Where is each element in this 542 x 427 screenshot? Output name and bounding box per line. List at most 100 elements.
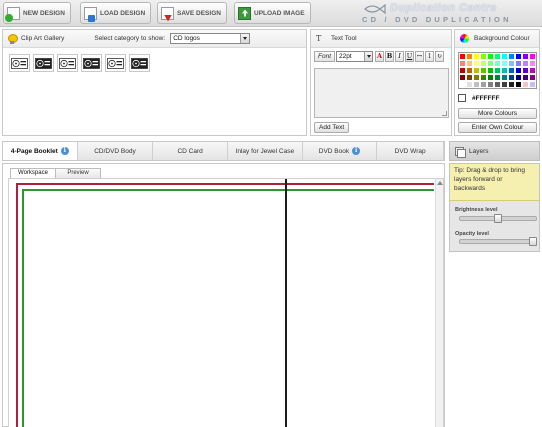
colour-swatch[interactable] [459,53,466,60]
colour-swatch[interactable] [501,81,508,88]
upload-image-button[interactable]: UPLOAD IMAGE [234,2,311,24]
colour-swatch[interactable] [515,60,522,67]
rotate-icon[interactable]: ↻ [435,51,445,62]
tab-preview[interactable]: Preview [55,168,101,178]
colour-swatch[interactable] [522,60,529,67]
colour-swatch[interactable] [522,67,529,74]
enter-own-colour-button[interactable]: Enter Own Colour [458,122,537,133]
colour-swatch[interactable] [466,81,473,88]
colour-swatch[interactable] [487,53,494,60]
colour-swatch[interactable] [487,60,494,67]
colour-swatch[interactable] [466,53,473,60]
colour-swatch[interactable] [459,60,466,67]
colour-swatch[interactable] [508,74,515,81]
colour-swatch[interactable] [515,67,522,74]
info-icon[interactable]: i [352,147,361,155]
add-text-button[interactable]: Add Text [314,122,350,133]
font-button[interactable]: Font [314,51,336,62]
colour-swatch[interactable] [529,60,536,67]
colour-swatch[interactable] [466,74,473,81]
colour-swatch[interactable] [508,60,515,67]
colour-swatch[interactable] [529,53,536,60]
new-design-button[interactable]: NEW DESIGN [3,2,71,24]
colour-swatch[interactable] [459,67,466,74]
text-color-icon[interactable]: A [375,51,385,62]
brightness-slider-thumb[interactable] [494,214,502,223]
tab-2[interactable]: CD Card [153,142,228,160]
colour-swatch[interactable] [480,60,487,67]
colour-swatch[interactable] [473,60,480,67]
opacity-slider[interactable] [459,237,537,246]
tab-1[interactable]: CD/DVD Body [78,142,154,160]
colour-swatch[interactable] [480,67,487,74]
scroll-up-icon[interactable] [437,180,443,186]
colour-swatch[interactable] [522,74,529,81]
stretch-horizontal-icon[interactable]: ↔ [415,51,425,62]
tab-3[interactable]: Inlay for Jewel Case [228,142,303,160]
design-canvas[interactable] [8,178,444,427]
colour-swatch[interactable] [480,53,487,60]
info-icon[interactable]: i [60,147,69,155]
save-design-button[interactable]: SAVE DESIGN [157,2,227,24]
colour-swatch[interactable] [487,74,494,81]
colour-swatch[interactable] [487,67,494,74]
brightness-slider[interactable] [459,214,537,223]
colour-swatch[interactable] [466,60,473,67]
clip-art-item[interactable] [105,54,126,72]
fish-logo-icon [364,4,386,14]
colour-swatch[interactable] [522,81,529,88]
category-select[interactable]: CD logos [170,33,251,44]
colour-swatch[interactable] [529,74,536,81]
tab-workspace[interactable]: Workspace [10,168,56,178]
opacity-slider-thumb[interactable] [529,237,537,246]
colour-swatch[interactable] [515,74,522,81]
colour-swatch[interactable] [508,53,515,60]
font-size-select[interactable]: 22pt [336,51,374,62]
colour-swatch[interactable] [487,81,494,88]
colour-swatch[interactable] [480,81,487,88]
tab-0[interactable]: 4-Page Booklet i [3,142,78,160]
colour-swatch[interactable] [501,53,508,60]
colour-swatch[interactable] [508,67,515,74]
clip-art-item[interactable] [9,54,30,72]
tab-5[interactable]: DVD Wrap [377,142,444,160]
colour-swatch[interactable] [459,81,466,88]
colour-swatch[interactable] [501,60,508,67]
colour-swatch[interactable] [522,53,529,60]
clip-art-item[interactable] [81,54,102,72]
tab-4[interactable]: DVD Book i [303,142,378,160]
colour-swatch[interactable] [501,74,508,81]
load-design-button[interactable]: LOAD DESIGN [80,2,152,24]
workspace-area: Workspace Preview [2,163,445,427]
colour-swatch[interactable] [466,67,473,74]
colour-swatch[interactable] [529,67,536,74]
vertical-scrollbar[interactable] [435,179,443,427]
clip-art-item[interactable] [33,54,54,72]
colour-swatch[interactable] [480,74,487,81]
colour-swatch[interactable] [494,67,501,74]
colour-swatch[interactable] [473,53,480,60]
text-input-area[interactable] [314,68,449,118]
colour-swatch[interactable] [459,74,466,81]
top-toolbar: NEW DESIGN LOAD DESIGN SAVE DESIGN UPLOA… [0,0,542,27]
colour-swatch[interactable] [515,81,522,88]
clip-art-item[interactable] [57,54,78,72]
colour-swatch[interactable] [515,53,522,60]
colour-swatch[interactable] [508,81,515,88]
colour-swatch[interactable] [494,53,501,60]
colour-swatch[interactable] [494,60,501,67]
colour-swatch[interactable] [529,81,536,88]
stretch-vertical-icon[interactable]: ↕ [425,51,435,62]
italic-icon[interactable]: I [395,51,405,62]
more-colours-button[interactable]: More Colours [458,108,537,119]
resize-grip-icon[interactable] [442,111,447,116]
colour-swatch[interactable] [473,81,480,88]
colour-swatch[interactable] [473,67,480,74]
colour-swatch[interactable] [473,74,480,81]
colour-swatch[interactable] [501,67,508,74]
colour-swatch[interactable] [494,74,501,81]
colour-swatch[interactable] [494,81,501,88]
bold-icon[interactable]: B [385,51,395,62]
clip-art-item[interactable] [129,54,150,72]
underline-icon[interactable]: U [405,51,415,62]
